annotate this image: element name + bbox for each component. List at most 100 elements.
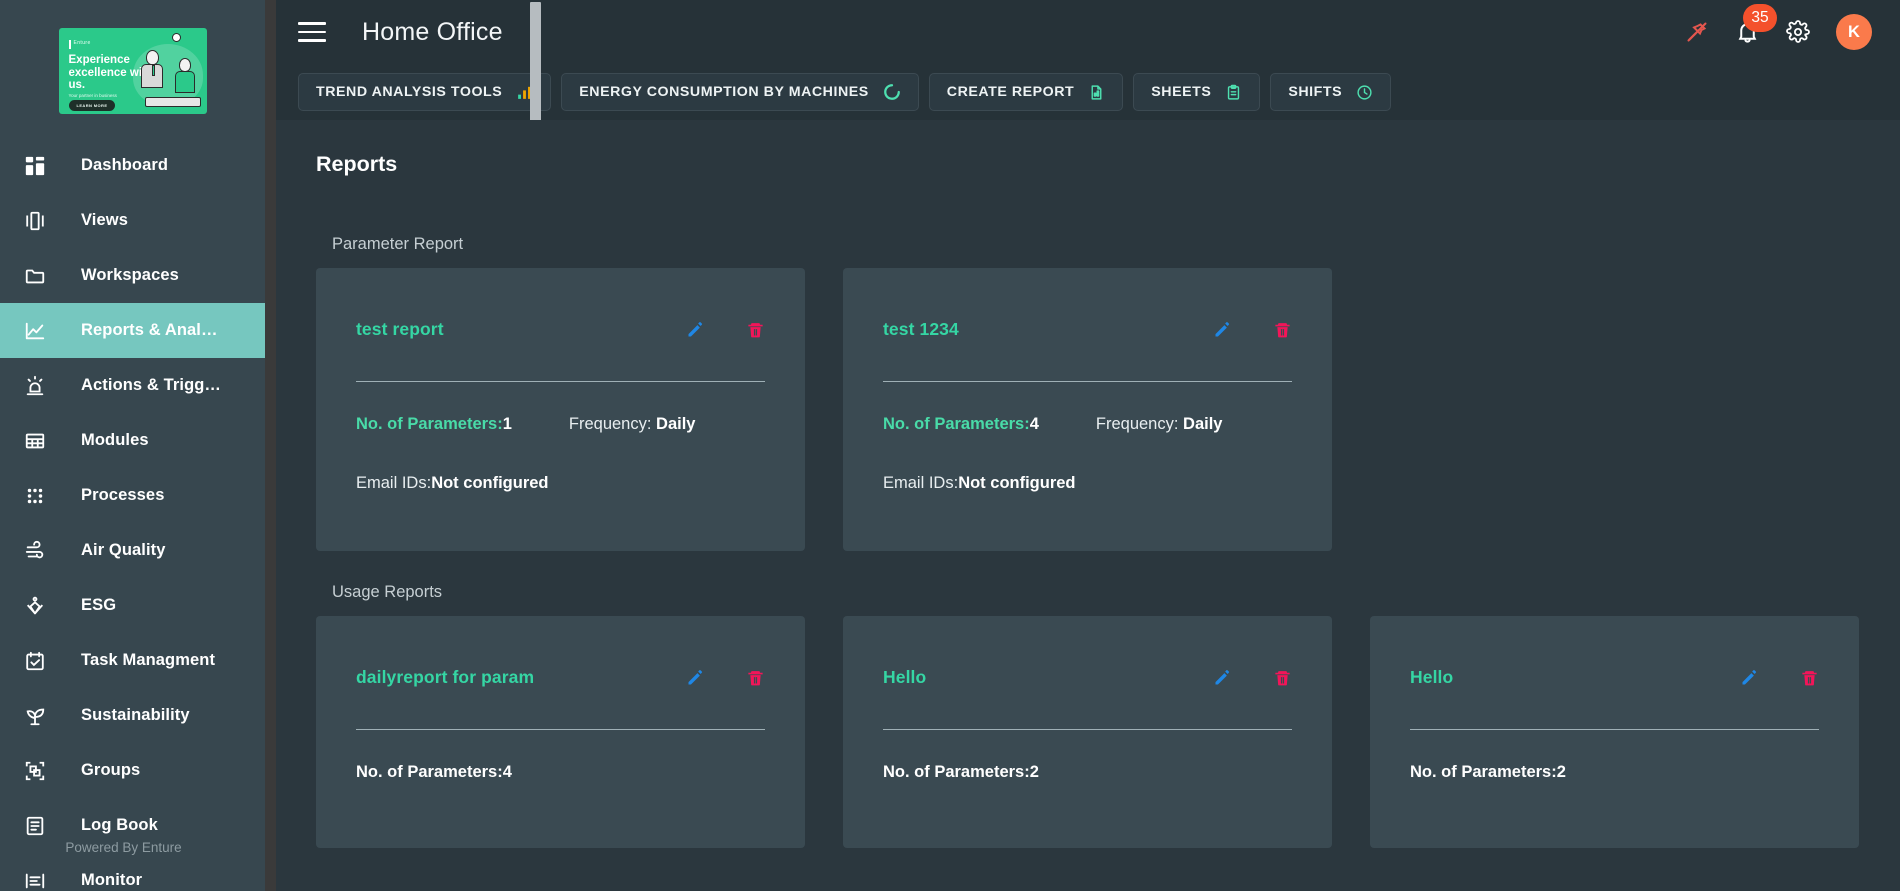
- top-header: Home Office 35 K: [276, 0, 1900, 64]
- dashboard-icon: [18, 153, 52, 179]
- report-card[interactable]: test 1234 No. of Parameters:4 Frequency:…: [843, 268, 1332, 551]
- section-label-usage-reports: Usage Reports: [332, 583, 443, 601]
- promo-brand: Enture: [73, 40, 91, 46]
- promo-person-tie: [151, 65, 155, 76]
- section-label-parameter-report: Parameter Report: [332, 235, 464, 253]
- card-actions: [1212, 319, 1292, 340]
- views-icon: [18, 208, 52, 234]
- card-divider: [1410, 729, 1819, 730]
- sidebar-item-dashboard[interactable]: Dashboard: [0, 138, 265, 193]
- tab-shifts[interactable]: SHIFTS: [1270, 73, 1392, 111]
- card-meta-row: No. of Parameters:4 Frequency: Daily: [883, 415, 1292, 434]
- parameters-value: 4: [1029, 415, 1039, 433]
- pencil-icon[interactable]: [1212, 319, 1233, 340]
- frequency-field: Frequency: Daily: [1096, 415, 1223, 434]
- email-ids-value: Not configured: [431, 474, 549, 492]
- sidebar-item-processes[interactable]: Processes: [0, 468, 265, 523]
- sidebar-item-label: Workspaces: [81, 266, 179, 284]
- frequency-value: Daily: [656, 415, 696, 433]
- sidebar-item-actions-triggers[interactable]: Actions & Trigg…: [0, 358, 265, 413]
- book-icon: [18, 813, 52, 839]
- sidebar-item-monitor[interactable]: Monitor: [0, 853, 265, 891]
- report-title: dailyreport for param: [356, 666, 535, 687]
- pencil-icon[interactable]: [1739, 667, 1760, 688]
- grid-table-icon: [18, 428, 52, 454]
- sidebar-item-label: ESG: [81, 596, 117, 614]
- card-divider: [356, 729, 765, 730]
- report-card[interactable]: test report No. of Parameters:1 Frequenc…: [316, 268, 805, 551]
- sidebar-nav: Dashboard Views Workspaces Reports & Ana…: [0, 138, 265, 891]
- promo-person-male: [140, 50, 163, 88]
- promo-accent-bar: [68, 40, 71, 49]
- report-card[interactable]: dailyreport for param No. of Parameters:…: [316, 616, 805, 848]
- sidebar-item-log-book[interactable]: Log Book: [0, 798, 265, 853]
- tab-label: SHEETS: [1151, 84, 1212, 100]
- tab-energy-consumption-by-machines[interactable]: ENERGY CONSUMPTION BY MACHINES: [561, 73, 919, 111]
- email-ids-field: Email IDs:Not configured: [883, 474, 1292, 493]
- promo-banner[interactable]: Enture Experience excellence with us. Yo…: [58, 28, 207, 114]
- card-header: Hello: [883, 646, 1292, 708]
- sidebar-item-label: Views: [81, 211, 128, 229]
- frequency-value: Daily: [1183, 415, 1223, 433]
- pin-off-icon[interactable]: [1685, 20, 1709, 44]
- sidebar-item-workspaces[interactable]: Workspaces: [0, 248, 265, 303]
- parameters-value: 1: [502, 415, 512, 433]
- promo-subtitle: Your partner in business: [68, 93, 117, 98]
- sidebar-item-sustainability[interactable]: Sustainability: [0, 688, 265, 743]
- monitor-icon: [18, 868, 52, 891]
- avatar[interactable]: K: [1836, 14, 1872, 50]
- pencil-icon[interactable]: [685, 667, 706, 688]
- trash-icon[interactable]: [1273, 320, 1292, 339]
- report-title: test 1234: [883, 318, 959, 339]
- header-actions: 35 K: [1685, 3, 1872, 50]
- sidebar-item-modules[interactable]: Modules: [0, 413, 265, 468]
- parameters-label: No. of Parameters:: [356, 415, 503, 433]
- sidebar-item-views[interactable]: Views: [0, 193, 265, 248]
- parameters-label: No. of Parameters:: [883, 763, 1030, 781]
- tab-label: CREATE REPORT: [946, 84, 1075, 100]
- sidebar-item-label: Sustainability: [81, 706, 190, 724]
- sidebar-item-label: Task Managment: [81, 651, 216, 669]
- promo-learn-more-button[interactable]: LEARN MORE: [68, 100, 116, 111]
- parameters-count: No. of Parameters:4: [356, 763, 512, 782]
- parameters-count: No. of Parameters:4: [883, 415, 1039, 434]
- card-meta-row: No. of Parameters:4: [356, 763, 765, 782]
- report-card[interactable]: Hello No. of Parameters:2: [1370, 616, 1859, 848]
- card-actions: [685, 319, 765, 340]
- card-header: Hello: [1410, 646, 1819, 708]
- trash-icon[interactable]: [1800, 668, 1819, 687]
- tab-create-report[interactable]: CREATE REPORT: [928, 73, 1124, 111]
- trash-icon[interactable]: [1273, 668, 1292, 687]
- frequency-label: Frequency:: [568, 415, 652, 433]
- parameters-value: 2: [1556, 763, 1566, 781]
- tab-trend-analysis-tools[interactable]: TREND ANALYSIS TOOLS: [298, 73, 552, 111]
- card-divider: [883, 729, 1292, 730]
- promo-person-head: [145, 50, 159, 65]
- sidebar-item-reports-analytics[interactable]: Reports & Anal…: [0, 303, 265, 358]
- sidebar-scrollbar-track[interactable]: [265, 0, 541, 891]
- card-header: dailyreport for param: [356, 646, 765, 708]
- folder-icon: [18, 263, 52, 289]
- tab-sheets[interactable]: SHEETS: [1133, 73, 1261, 111]
- sidebar-item-groups[interactable]: Groups: [0, 743, 265, 798]
- trash-icon[interactable]: [746, 668, 765, 687]
- pencil-icon[interactable]: [1212, 667, 1233, 688]
- sidebar-item-task-management[interactable]: Task Managment: [0, 633, 265, 688]
- parameters-label: No. of Parameters:: [1410, 763, 1557, 781]
- hamburger-icon[interactable]: [298, 22, 326, 42]
- gear-icon[interactable]: [1786, 20, 1810, 44]
- frequency-label: Frequency:: [1095, 415, 1179, 433]
- pencil-icon[interactable]: [685, 319, 706, 340]
- card-actions: [1739, 667, 1819, 688]
- clock-icon: [1356, 84, 1373, 101]
- sidebar-item-air-quality[interactable]: Air Quality: [0, 523, 265, 578]
- parameters-value: 4: [502, 763, 512, 781]
- report-card[interactable]: Hello No. of Parameters:2: [843, 616, 1332, 848]
- sidebar-item-esg[interactable]: ESG: [0, 578, 265, 633]
- trash-icon[interactable]: [746, 320, 765, 339]
- bell-icon[interactable]: 35: [1735, 3, 1777, 45]
- page-title: Home Office: [362, 17, 503, 46]
- usage-reports-card-list: dailyreport for param No. of Parameters:…: [298, 616, 1878, 848]
- alarm-light-icon: [18, 373, 52, 399]
- promo-person2-body: [174, 71, 195, 93]
